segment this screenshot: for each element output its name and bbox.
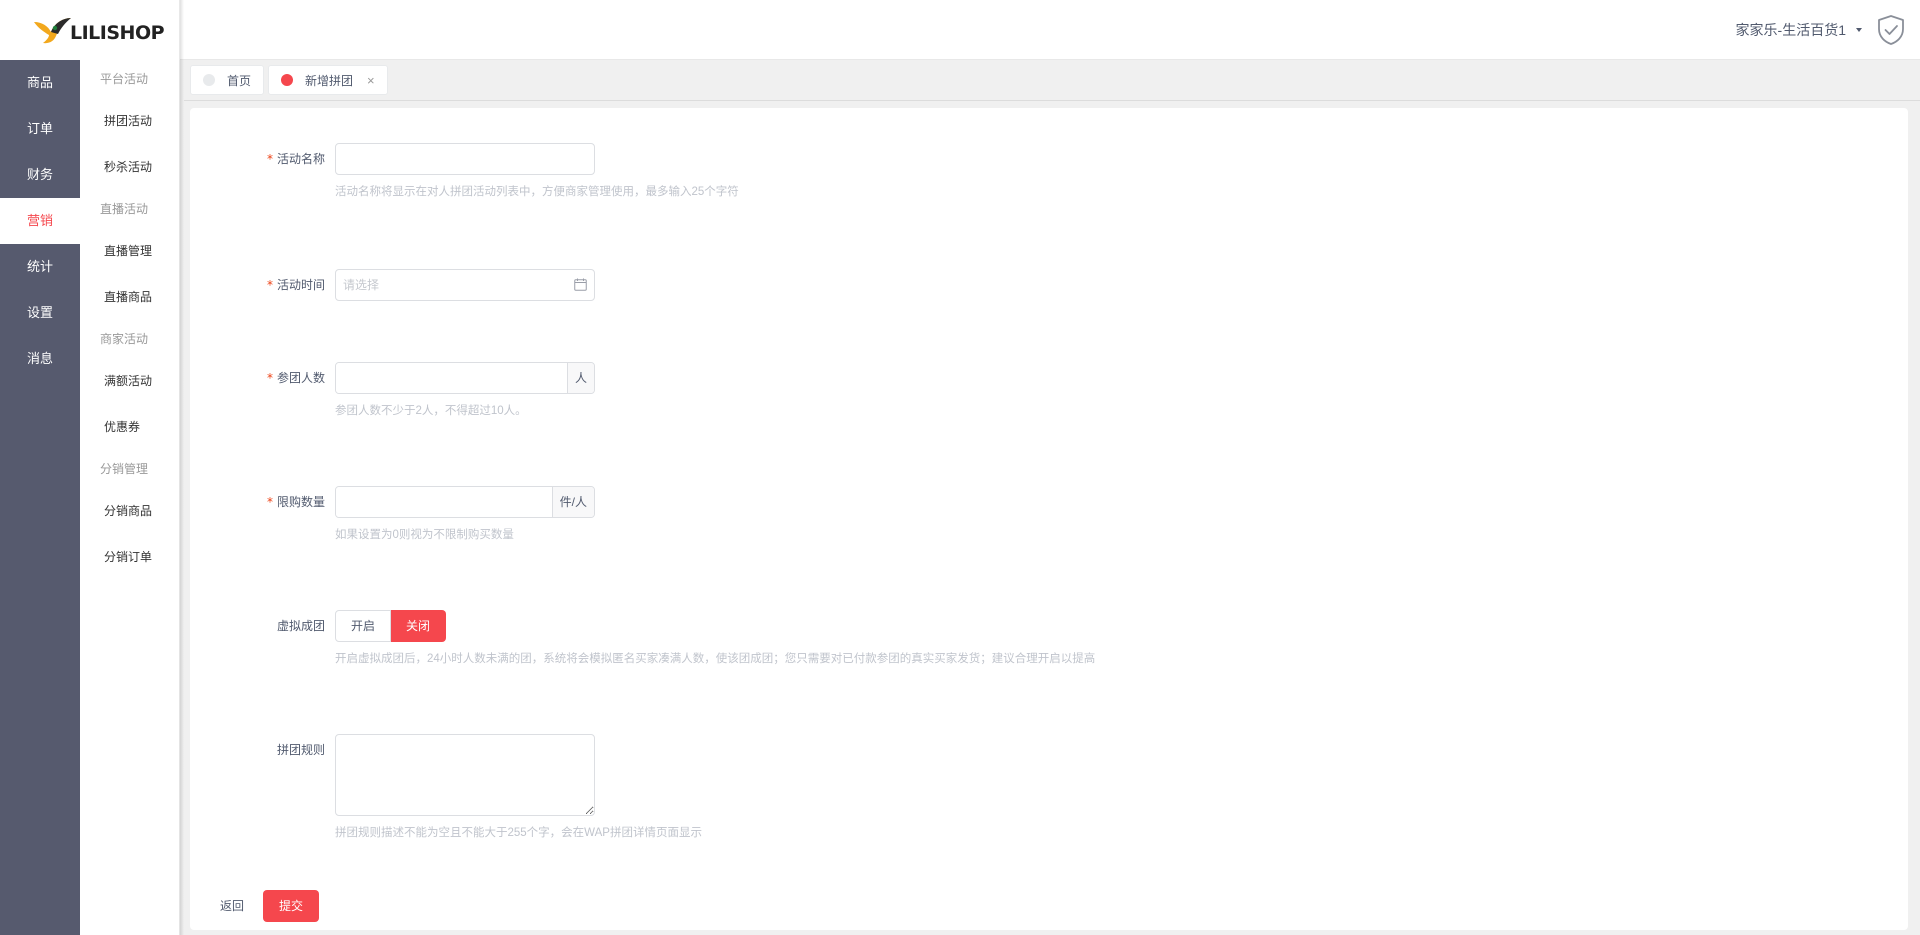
- required-mark: *: [266, 495, 273, 509]
- virtual-group-toggle: 开启 关闭: [335, 610, 1095, 642]
- user-menu[interactable]: 家家乐-生活百货1: [1736, 14, 1906, 46]
- shield-check-icon[interactable]: [1876, 14, 1906, 46]
- group-size-field: 人: [335, 362, 595, 394]
- nav-sub-seckill[interactable]: 秒杀活动: [80, 144, 179, 190]
- nav-sub-dist-goods[interactable]: 分销商品: [80, 488, 179, 534]
- bird-logo-icon: [34, 18, 71, 44]
- tab-home[interactable]: 首页: [190, 65, 265, 95]
- top-header: 家家乐-生活百货1: [180, 0, 1920, 60]
- label-purchase-limit: * 限购数量: [266, 495, 325, 509]
- nav-group-merchant: 商家活动: [100, 332, 149, 346]
- form-row-time: * 活动时间: [190, 269, 595, 301]
- nav-group-live: 直播活动: [100, 202, 149, 216]
- caret-down-icon[interactable]: [1856, 28, 1862, 32]
- virtual-group-hint: 开启虚拟成团后，24小时人数未满的团，系统将会模拟匿名买家凑满人数，使该团成团；…: [335, 653, 1096, 665]
- activity-time-picker[interactable]: [335, 269, 595, 301]
- back-button[interactable]: 返回: [212, 890, 252, 922]
- label-activity-time: * 活动时间: [266, 278, 325, 292]
- nav-item-messages[interactable]: 消息: [0, 336, 80, 382]
- virtual-on-button[interactable]: 开启: [335, 610, 392, 642]
- group-size-hint: 参团人数不少于2人，不得超过10人。: [335, 405, 527, 417]
- group-rules-textarea[interactable]: [335, 734, 595, 816]
- nav-shadow: [180, 0, 184, 935]
- nav-sub-pintuan[interactable]: 拼团活动: [80, 98, 179, 144]
- nav-sub-live-goods[interactable]: 直播商品: [80, 274, 179, 320]
- nav-item-orders[interactable]: 订单: [0, 106, 80, 152]
- close-icon[interactable]: ×: [367, 73, 375, 88]
- nav-item-goods[interactable]: 商品: [0, 60, 80, 106]
- tab-new-pintuan[interactable]: 新增拼团 ×: [268, 65, 388, 95]
- store-name[interactable]: 家家乐-生活百货1: [1736, 20, 1846, 40]
- label-group-size: * 参团人数: [266, 371, 325, 385]
- calendar-icon[interactable]: [574, 278, 587, 291]
- secondary-nav: 平台活动 拼团活动 秒杀活动 直播活动 直播管理 直播商品 商家活动 满额活动 …: [80, 60, 180, 935]
- label-group-rules: 拼团规则: [276, 743, 325, 757]
- purchase-limit-unit: 件/人: [551, 487, 594, 517]
- tab-label: 首页: [227, 73, 252, 88]
- nav-item-marketing[interactable]: 营销: [0, 198, 80, 244]
- virtual-off-button[interactable]: 关闭: [391, 610, 447, 642]
- nav-sub-live-manage[interactable]: 直播管理: [80, 228, 179, 274]
- label-activity-name: * 活动名称: [266, 152, 325, 166]
- nav-item-finance[interactable]: 财务: [0, 152, 80, 198]
- primary-nav: 商品 订单 财务 营销 统计 设置 消息: [0, 60, 80, 935]
- required-mark: *: [266, 152, 273, 166]
- group-size-input[interactable]: [336, 363, 567, 393]
- activity-name-hint: 活动名称将显示在对人拼团活动列表中，方便商家管理使用，最多输入25个字符: [335, 186, 739, 198]
- nav-item-statistics[interactable]: 统计: [0, 244, 80, 290]
- group-size-unit: 人: [566, 363, 594, 393]
- purchase-limit-input[interactable]: [336, 487, 552, 517]
- form-row-limit: * 限购数量 件/人 如果设置为0则视为不限制购买数量: [190, 486, 595, 542]
- form-row-name: * 活动名称 活动名称将显示在对人拼团活动列表中，方便商家管理使用，最多输入25个…: [190, 143, 739, 199]
- form-row-people: * 参团人数 人 参团人数不少于2人，不得超过10人。: [190, 362, 595, 418]
- nav-group-distribution: 分销管理: [100, 462, 149, 476]
- nav-sub-dist-orders[interactable]: 分销订单: [80, 534, 179, 580]
- purchase-limit-hint: 如果设置为0则视为不限制购买数量: [335, 529, 514, 541]
- purchase-limit-field: 件/人: [335, 486, 595, 518]
- main-content: * 活动名称 活动名称将显示在对人拼团活动列表中，方便商家管理使用，最多输入25个…: [190, 108, 1908, 930]
- tab-status-dot: [203, 74, 215, 86]
- form-row-rules: 拼团规则 拼团规则描述不能为空且不能大于255个字，会在WAP拼团详情页面显示: [190, 734, 702, 840]
- group-rules-hint: 拼团规则描述不能为空且不能大于255个字，会在WAP拼团详情页面显示: [335, 827, 702, 839]
- tab-status-dot: [281, 74, 294, 86]
- activity-name-input[interactable]: [335, 143, 595, 175]
- form-row-virtual: 虚拟成团 开启 关闭 开启虚拟成团后，24小时人数未满的团，系统将会模拟匿名买家…: [190, 610, 1095, 666]
- nav-item-settings[interactable]: 设置: [0, 290, 80, 336]
- nav-sub-full-discount[interactable]: 满额活动: [80, 358, 179, 404]
- tab-label: 新增拼团: [305, 73, 354, 88]
- activity-time-input[interactable]: [335, 269, 595, 301]
- brand-logo[interactable]: LILISHOP: [0, 0, 180, 60]
- label-virtual-group: 虚拟成团: [276, 619, 325, 633]
- tabs-bar: 首页 新增拼团 ×: [184, 61, 1920, 101]
- required-mark: *: [266, 371, 273, 385]
- nav-sub-coupon[interactable]: 优惠券: [80, 404, 179, 450]
- submit-button[interactable]: 提交: [263, 890, 319, 922]
- brand-name: LILISHOP: [70, 22, 165, 44]
- nav-group-platform: 平台活动: [100, 72, 149, 86]
- required-mark: *: [266, 278, 273, 292]
